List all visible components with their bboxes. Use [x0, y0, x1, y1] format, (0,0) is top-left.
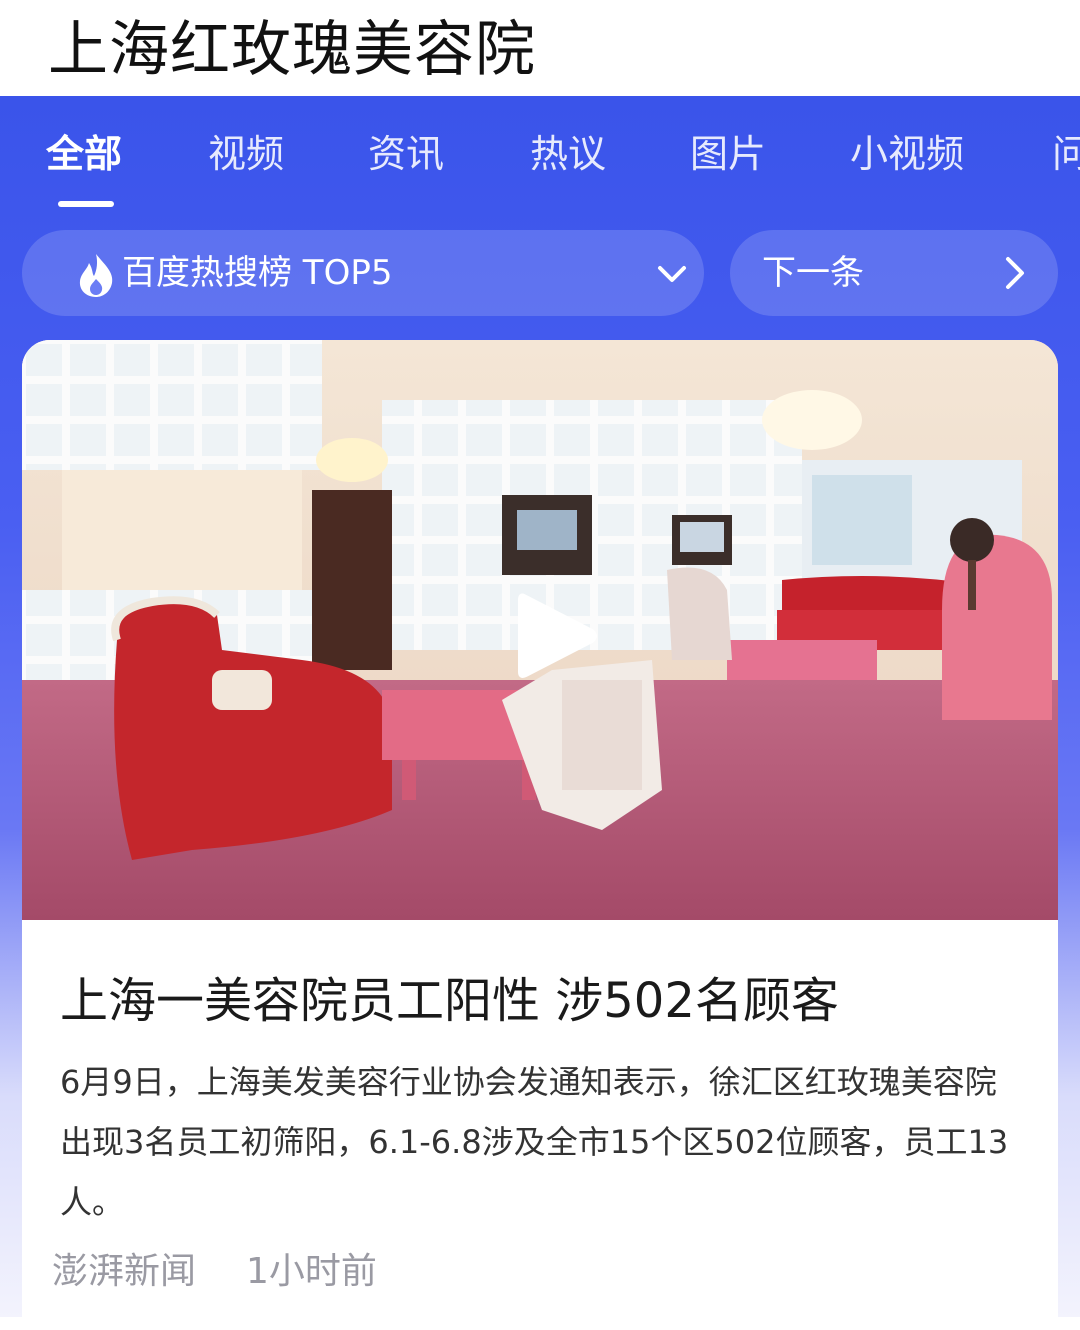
news-video-thumbnail[interactable]: [22, 340, 1058, 920]
tab-discussion[interactable]: 热议: [530, 126, 606, 182]
tab-qa[interactable]: 问: [1052, 126, 1080, 182]
tab-short-video[interactable]: 小视频: [850, 126, 964, 182]
tab-video[interactable]: 视频: [208, 126, 284, 182]
news-title[interactable]: 上海一美容院员工阳性 涉502名顾客: [60, 966, 839, 1036]
chevron-right-icon: [1006, 257, 1024, 289]
next-item-button[interactable]: 下一条: [730, 230, 1058, 316]
search-query-text[interactable]: 上海红玫瑰美容院: [48, 12, 536, 88]
search-header: 上海红玫瑰美容院: [0, 0, 1080, 96]
hot-search-label: 百度热搜榜 TOP5: [122, 253, 393, 293]
news-summary: 6月9日，上海美发美容行业协会发通知表示，徐汇区红玫瑰美容院出现3名员工初筛阳，…: [60, 1063, 1009, 1221]
active-tab-indicator: [58, 201, 114, 207]
flame-icon: [79, 254, 113, 297]
chevron-down-icon: [658, 266, 686, 282]
hot-search-dropdown[interactable]: 百度热搜榜 TOP5: [22, 230, 704, 316]
news-source: 澎湃新闻: [52, 1251, 197, 1292]
news-timestamp: 1小时前: [246, 1251, 377, 1292]
tab-news[interactable]: 资讯: [368, 126, 444, 182]
tab-all[interactable]: 全部: [46, 126, 122, 182]
news-card[interactable]: 上海一美容院员工阳性 涉502名顾客 6月9日，上海美发美容行业协会发通知表示，…: [22, 340, 1058, 1330]
next-item-label: 下一条: [762, 253, 864, 293]
tab-images[interactable]: 图片: [690, 126, 766, 182]
play-icon[interactable]: [510, 586, 600, 686]
